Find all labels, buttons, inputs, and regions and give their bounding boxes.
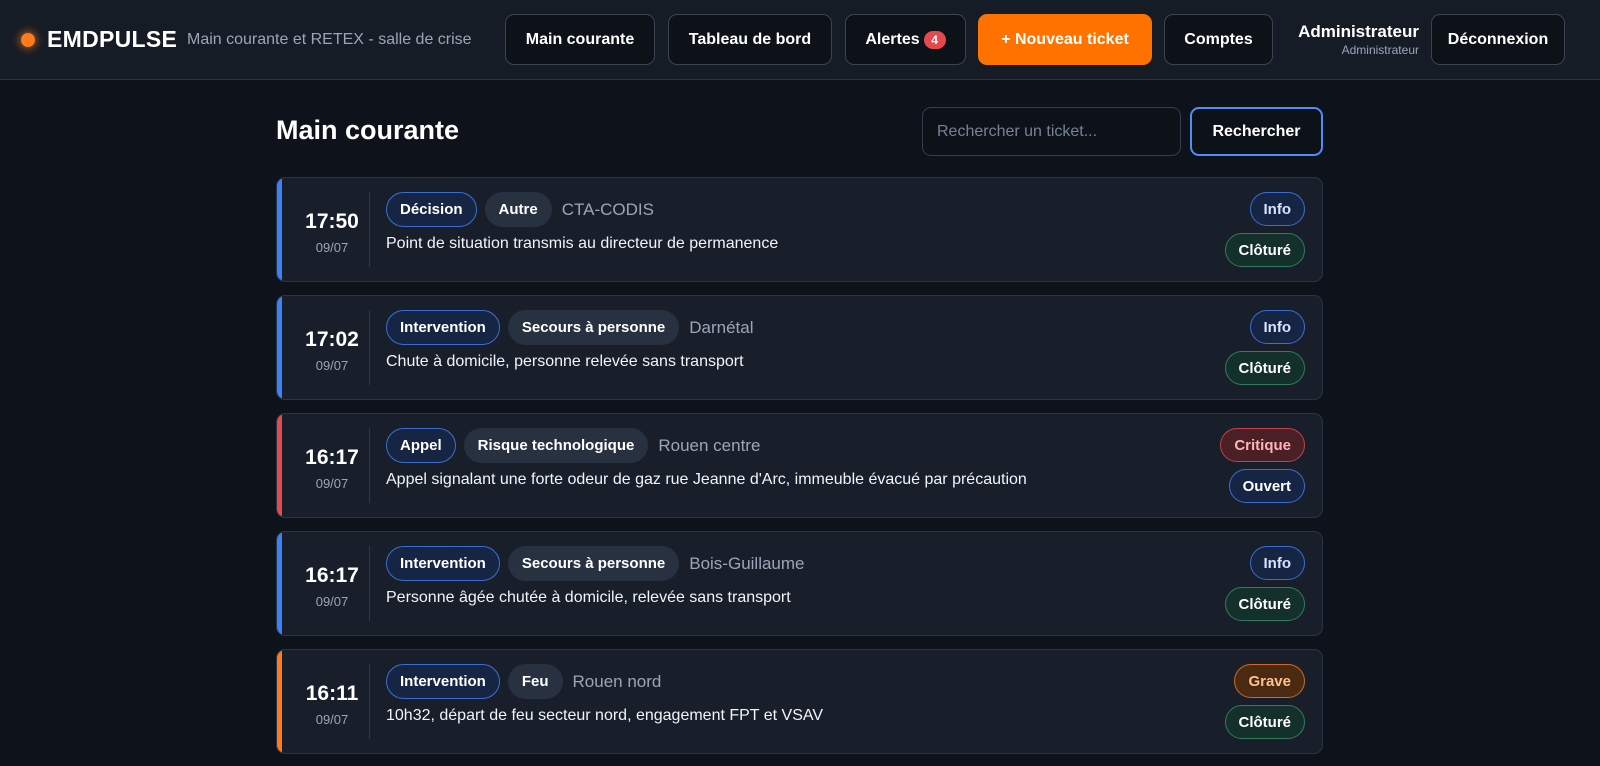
user-name: Administrateur	[1298, 22, 1419, 41]
alert-count-badge: 4	[923, 30, 946, 49]
severity-badge: Info	[1249, 546, 1305, 580]
page-title: Main courante	[276, 115, 460, 145]
ticket-type-tag: Décision	[386, 192, 477, 227]
severity-stripe	[277, 414, 282, 517]
severity-stripe	[277, 532, 282, 635]
severity-stripe	[277, 178, 282, 281]
ticket-description: Point de situation transmis au directeur…	[386, 235, 779, 252]
new-ticket-button[interactable]: + Nouveau ticket	[978, 14, 1152, 65]
severity-badge: Info	[1249, 310, 1305, 344]
ticket-location: Rouen centre	[658, 435, 761, 455]
app-logo[interactable]: EMDPULSE	[47, 26, 177, 53]
severity-stripe	[277, 650, 282, 753]
divider	[369, 428, 370, 503]
search-button[interactable]: Rechercher	[1190, 107, 1323, 156]
ticket-description: Chute à domicile, personne relevée sans …	[386, 353, 744, 370]
divider	[369, 546, 370, 621]
ticket-time: 16:11	[305, 682, 359, 705]
nav-alertes-button[interactable]: Alertes 4	[845, 14, 966, 65]
ticket-category-tag: Secours à personne	[507, 546, 680, 581]
top-bar: EMDPULSE Main courante et RETEX - salle …	[0, 0, 1600, 80]
ticket-date: 09/07	[315, 358, 349, 373]
ticket-date: 09/07	[315, 240, 349, 255]
nav-tableau-de-bord-button[interactable]: Tableau de bord	[668, 14, 832, 65]
status-badge: Clôturé	[1224, 351, 1305, 385]
nav-alertes-label: Alertes	[865, 30, 920, 48]
ticket-description: Personne âgée chutée à domicile, relevée…	[386, 589, 791, 606]
app-subtitle: Main courante et RETEX - salle de crise	[187, 31, 472, 48]
search-input[interactable]	[922, 107, 1181, 156]
ticket-category-tag: Risque technologique	[463, 428, 649, 463]
divider	[369, 310, 370, 385]
ticket-tags: Intervention Secours à personne Darnétal	[386, 310, 754, 345]
ticket-tags: Intervention Feu Rouen nord	[386, 664, 661, 699]
ticket-time: 17:02	[305, 328, 359, 351]
logout-button[interactable]: Déconnexion	[1431, 14, 1565, 65]
severity-badge: Info	[1249, 192, 1305, 226]
ticket-location: Darnétal	[689, 317, 754, 337]
ticket-tags: Appel Risque technologique Rouen centre	[386, 428, 760, 463]
ticket-date: 09/07	[315, 712, 349, 727]
ticket-card[interactable]: 16:11 09/07 Intervention Feu Rouen nord 10h32…	[276, 649, 1323, 754]
ticket-location: CTA-CODIS	[561, 199, 654, 219]
status-badge: Clôturé	[1224, 705, 1305, 739]
ticket-card[interactable]: 16:17 09/07 Intervention Secours à personne…	[276, 531, 1323, 636]
ticket-type-tag: Intervention	[386, 310, 500, 345]
ticket-description: Appel signalant une forte odeur de gaz r…	[386, 471, 1027, 488]
status-dot-icon	[21, 33, 35, 47]
ticket-card[interactable]: 17:50 09/07 Décision Autre CTA-CODIS Point de…	[276, 177, 1323, 282]
user-role: Administrateur	[1341, 43, 1419, 57]
ticket-tags: Décision Autre CTA-CODIS	[386, 192, 654, 227]
nav-main-courante-button[interactable]: Main courante	[505, 14, 655, 65]
nav-comptes-button[interactable]: Comptes	[1164, 14, 1273, 65]
ticket-category-tag: Autre	[484, 192, 552, 227]
ticket-type-tag: Appel	[386, 428, 456, 463]
severity-badge: Critique	[1220, 428, 1305, 462]
ticket-date: 09/07	[315, 594, 349, 609]
divider	[369, 192, 370, 267]
divider	[369, 664, 370, 739]
ticket-card[interactable]: 17:02 09/07 Intervention Secours à personne…	[276, 295, 1323, 400]
ticket-time: 16:17	[305, 446, 359, 469]
ticket-type-tag: Intervention	[386, 664, 500, 699]
ticket-type-tag: Intervention	[386, 546, 500, 581]
ticket-location: Bois-Guillaume	[689, 553, 805, 573]
status-badge: Ouvert	[1228, 469, 1305, 503]
ticket-category-tag: Secours à personne	[507, 310, 680, 345]
ticket-time: 17:50	[305, 210, 359, 233]
ticket-location: Rouen nord	[572, 671, 662, 691]
ticket-date: 09/07	[315, 476, 349, 491]
ticket-time: 16:17	[305, 564, 359, 587]
status-badge: Clôturé	[1224, 233, 1305, 267]
severity-stripe	[277, 296, 282, 399]
ticket-tags: Intervention Secours à personne Bois-Guill…	[386, 546, 805, 581]
severity-badge: Grave	[1234, 664, 1305, 698]
ticket-category-tag: Feu	[507, 664, 563, 699]
ticket-description: 10h32, départ de feu secteur nord, engag…	[386, 707, 824, 724]
ticket-card[interactable]: 16:17 09/07 Appel Risque technologique Rouen…	[276, 413, 1323, 518]
status-badge: Clôturé	[1224, 587, 1305, 621]
